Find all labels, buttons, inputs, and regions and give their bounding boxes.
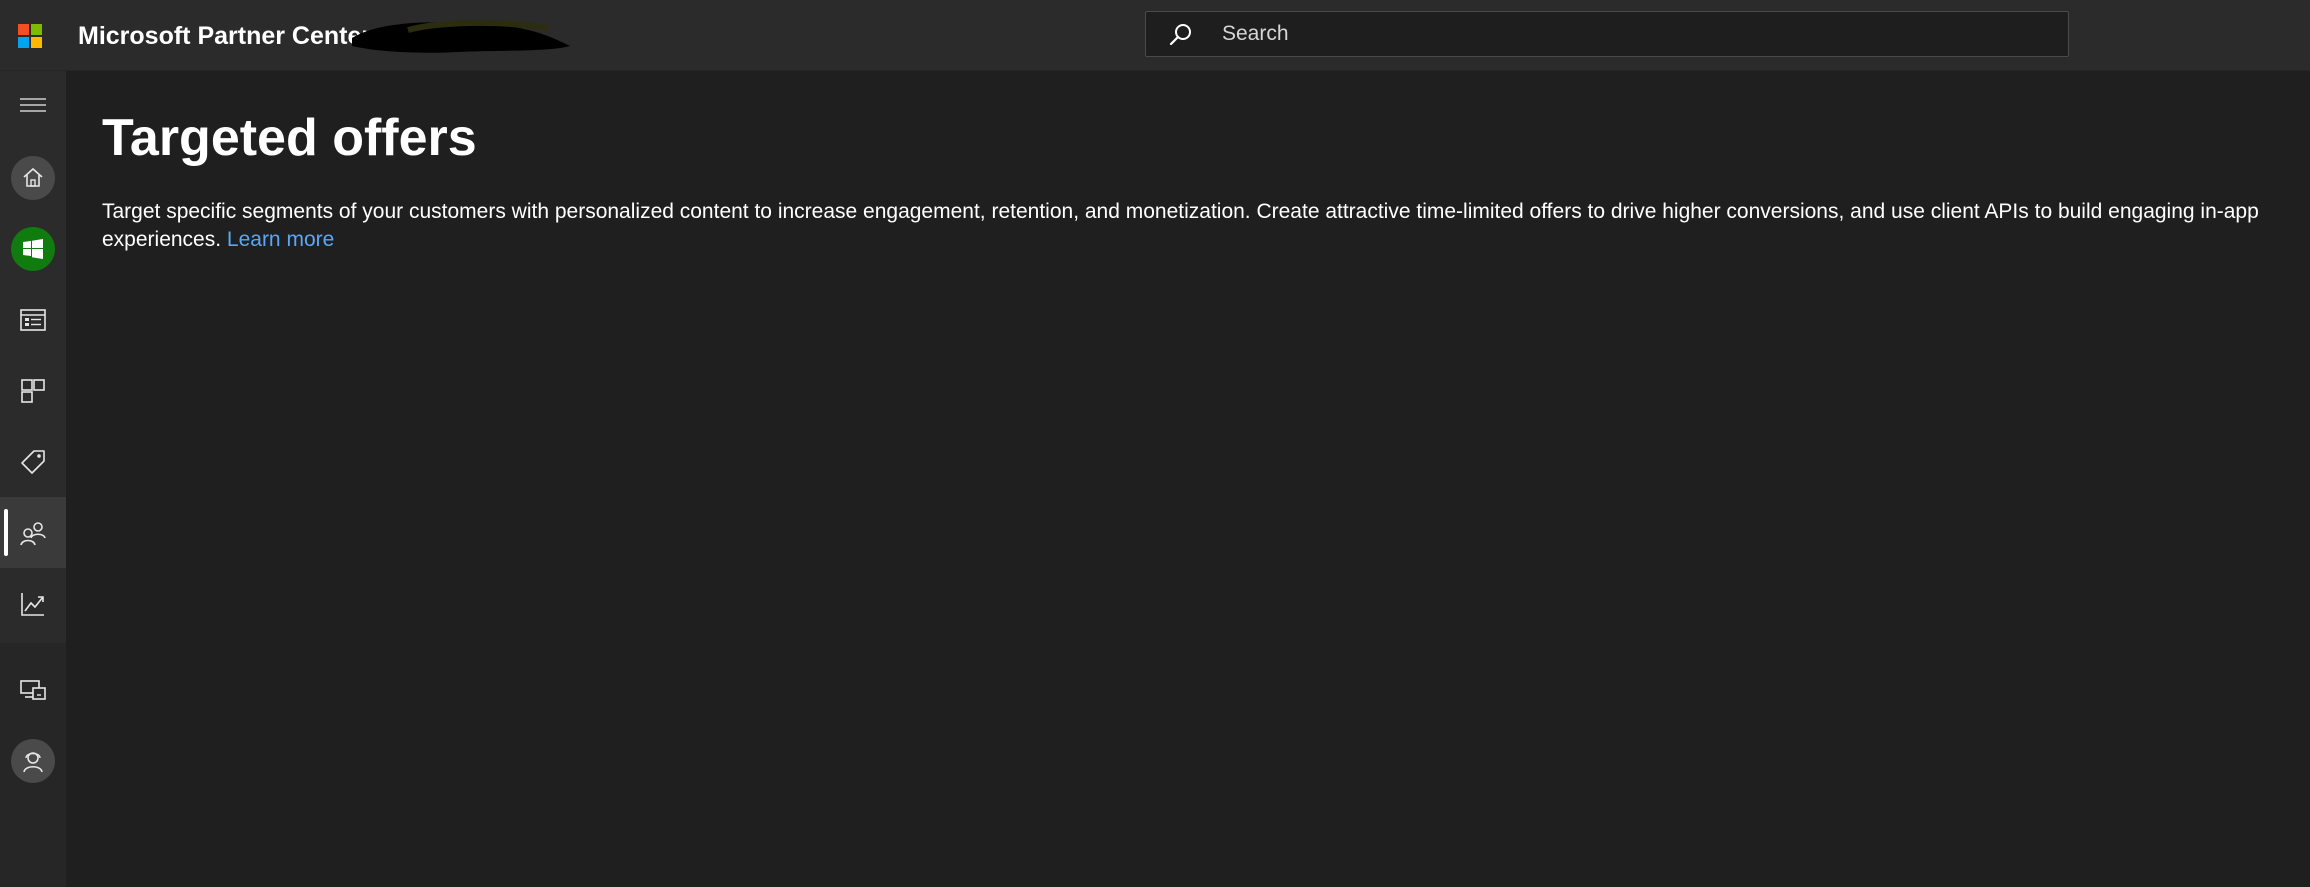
support-person-icon bbox=[11, 738, 55, 783]
redacted-account-name bbox=[352, 19, 570, 53]
nav-overview[interactable] bbox=[0, 284, 66, 355]
devices-icon bbox=[20, 679, 46, 700]
microsoft-logo-icon[interactable] bbox=[18, 24, 42, 48]
learn-more-link[interactable]: Learn more bbox=[227, 228, 334, 251]
search-box[interactable] bbox=[1145, 11, 2069, 57]
page-title: Targeted offers bbox=[102, 109, 477, 167]
windows-icon bbox=[11, 226, 55, 271]
grid-icon bbox=[21, 378, 45, 403]
active-indicator bbox=[4, 509, 8, 556]
nav-home[interactable] bbox=[0, 142, 66, 213]
hamburger-menu-icon bbox=[20, 98, 46, 112]
app-title[interactable]: Microsoft Partner Center bbox=[78, 22, 371, 51]
nav-analytics[interactable] bbox=[0, 568, 66, 639]
nav-account[interactable] bbox=[0, 725, 66, 796]
nav-devices[interactable] bbox=[0, 654, 66, 725]
page-description: Target specific segments of your custome… bbox=[102, 198, 2272, 254]
people-icon bbox=[20, 521, 46, 545]
nav-windows[interactable] bbox=[0, 213, 66, 284]
nav-menu-toggle[interactable] bbox=[0, 71, 66, 139]
home-icon bbox=[11, 155, 55, 200]
tag-icon bbox=[21, 449, 45, 474]
nav-apps[interactable] bbox=[0, 355, 66, 426]
list-card-icon bbox=[20, 308, 46, 331]
main-content: Targeted offers Target specific segments… bbox=[102, 100, 2282, 254]
description-text: Target specific segments of your custome… bbox=[102, 200, 2259, 251]
top-bar: Microsoft Partner Center bbox=[0, 0, 2310, 71]
left-nav-sidebar bbox=[0, 71, 66, 887]
search-input[interactable] bbox=[1222, 12, 2042, 56]
nav-customers[interactable] bbox=[0, 497, 66, 568]
chart-icon bbox=[21, 592, 44, 616]
search-icon bbox=[1169, 24, 1191, 46]
nav-offers[interactable] bbox=[0, 426, 66, 497]
